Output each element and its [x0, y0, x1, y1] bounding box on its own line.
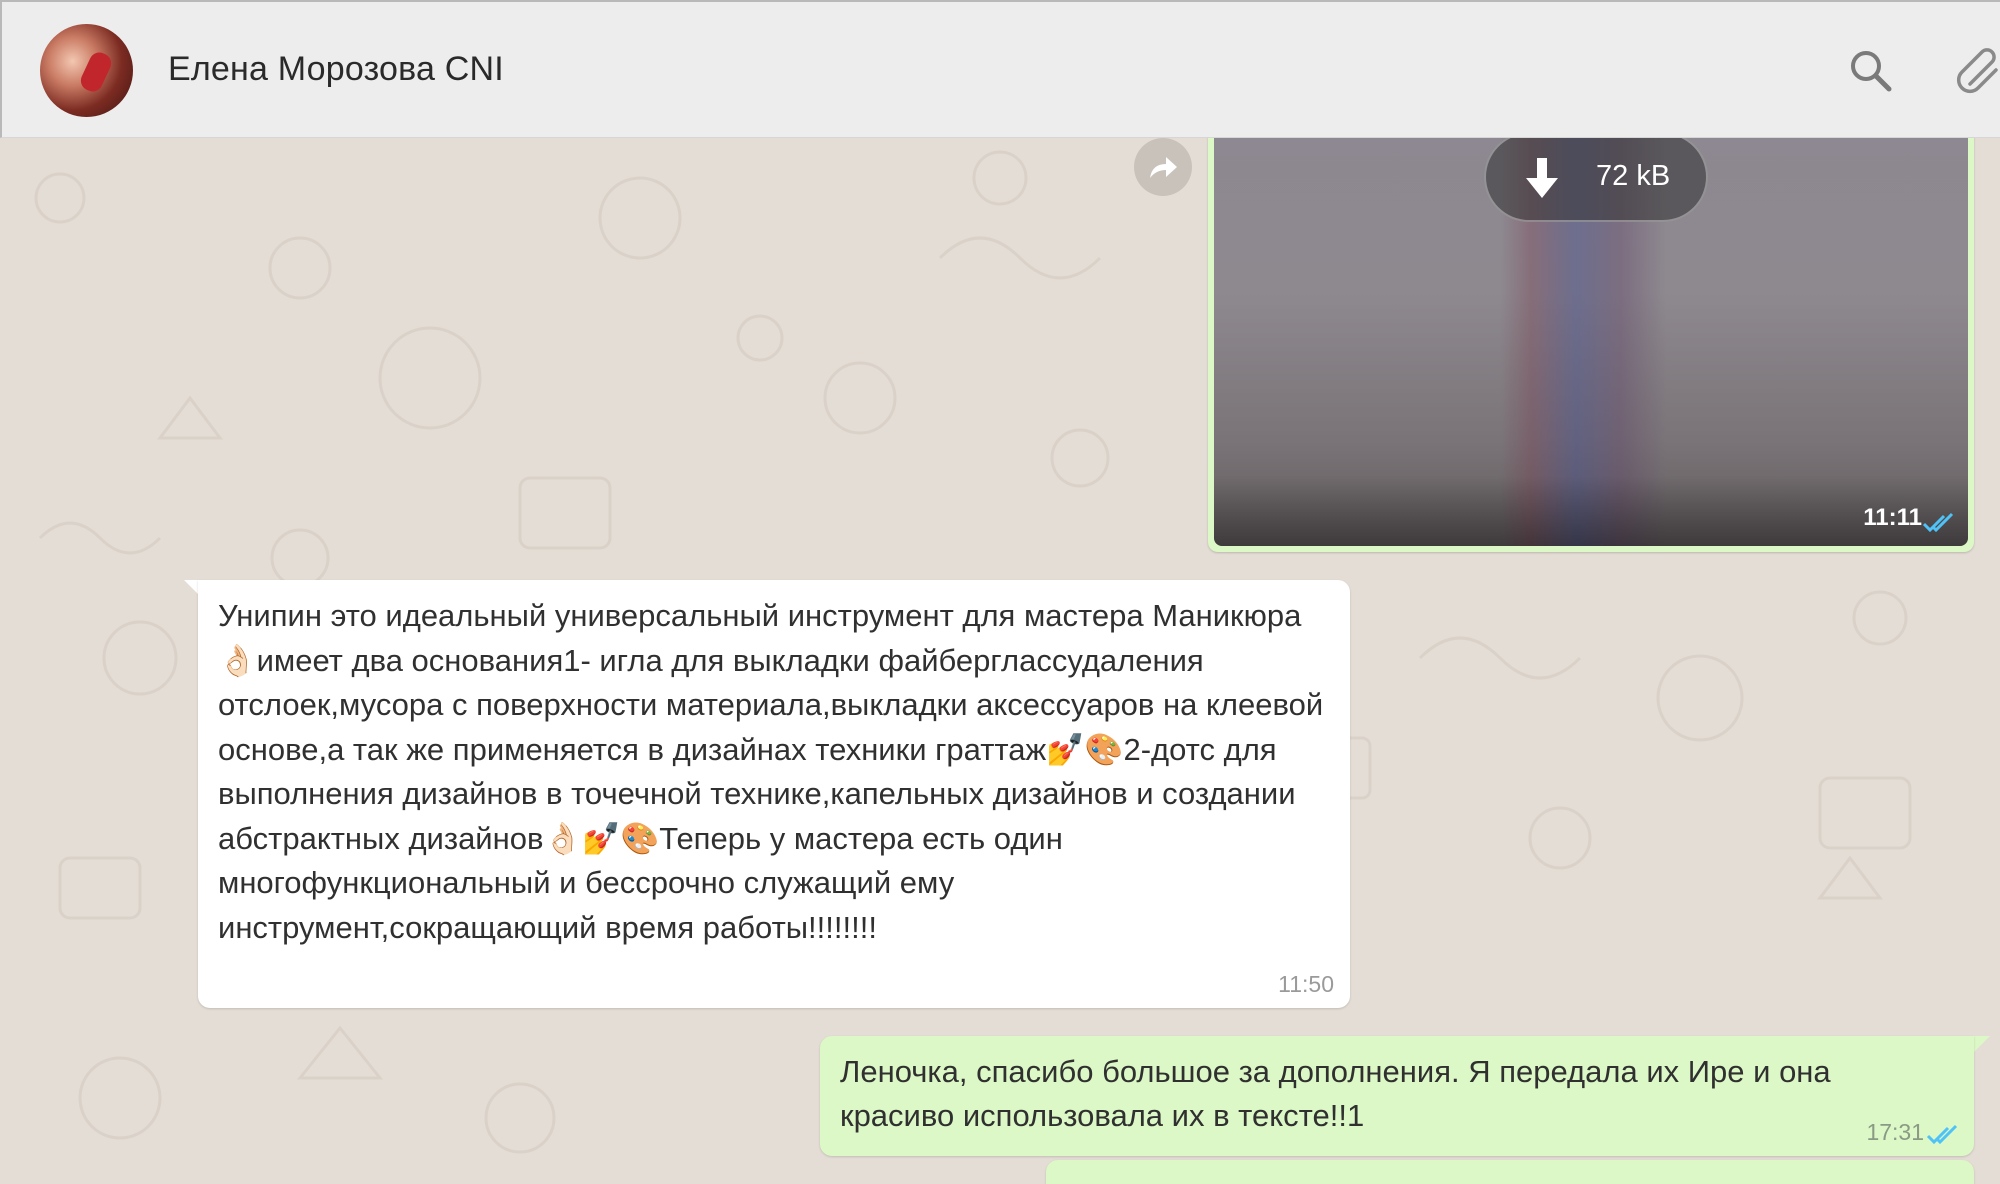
contact-name[interactable]: Елена Морозова CNI: [168, 50, 504, 89]
forward-icon: [1150, 157, 1177, 178]
incoming-message[interactable]: Унипин это идеальный универсальный инстр…: [198, 580, 1350, 1008]
chat-messages-area[interactable]: 72 kB 11:11 Унипин это идеальный универс…: [0, 138, 2000, 1184]
double-check-icon: [1926, 1124, 1958, 1145]
message-time: 17:31: [1866, 1119, 1924, 1145]
paperclip-icon[interactable]: [1956, 46, 2000, 96]
chat-header: Елена Морозова CNI: [0, 0, 2000, 138]
contact-avatar[interactable]: [40, 24, 133, 117]
message-time: 11:50: [1278, 971, 1334, 997]
forward-button[interactable]: [1134, 138, 1192, 196]
image-message[interactable]: 72 kB 11:11: [1208, 138, 1974, 552]
outgoing-message[interactable]: Леночка, спасибо большое за дополнения. …: [820, 1036, 1974, 1156]
message-time: 11:11: [1863, 504, 1922, 531]
download-icon: [1526, 158, 1558, 198]
message-text: Леночка, спасибо большое за дополнения. …: [840, 1054, 1831, 1133]
double-check-icon: [1922, 512, 1954, 533]
search-icon[interactable]: [1846, 46, 1896, 96]
image-preview[interactable]: 72 kB 11:11: [1214, 138, 1968, 546]
outgoing-bubble-tail: [1974, 1036, 1990, 1052]
outgoing-message-partial[interactable]: [1046, 1160, 1974, 1184]
message-text: Унипин это идеальный универсальный инстр…: [218, 598, 1332, 945]
download-button[interactable]: 72 kB: [1484, 138, 1708, 222]
download-size: 72 kB: [1596, 160, 1671, 192]
